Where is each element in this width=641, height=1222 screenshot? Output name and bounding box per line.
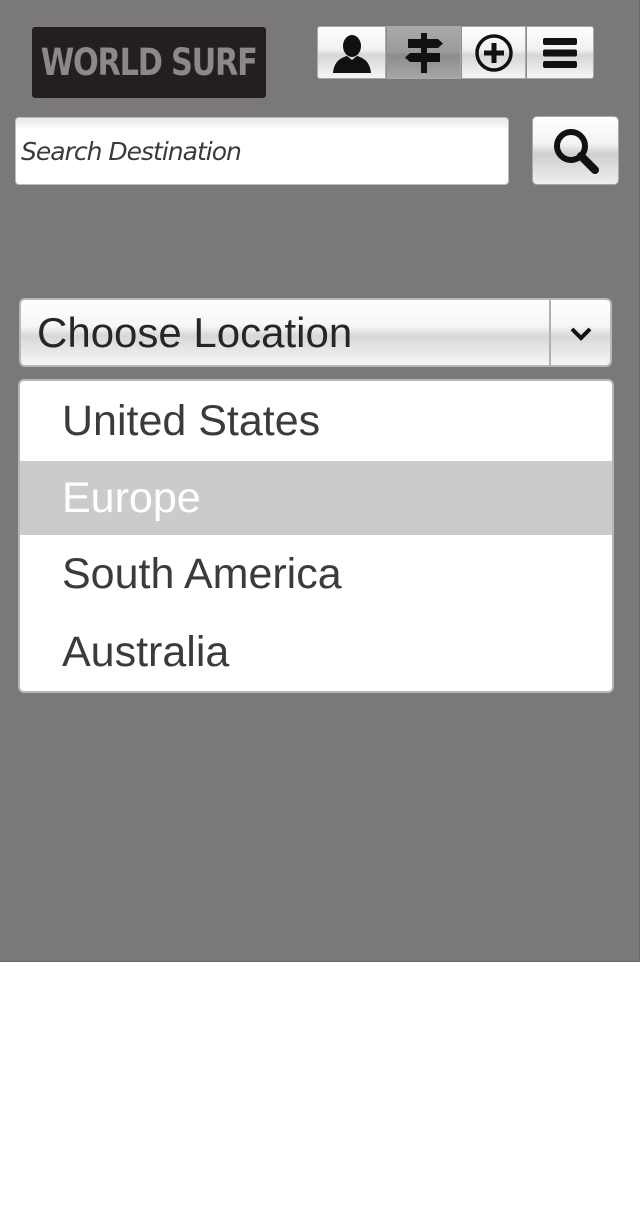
add-button[interactable] [461, 26, 526, 79]
app-screen: WORLD SURF Search Destination Choose Loc… [0, 0, 640, 962]
menu-icon [543, 37, 577, 68]
logo-text: WORLD SURF [41, 41, 258, 84]
search-button[interactable] [532, 116, 619, 185]
location-select[interactable]: Choose Location [19, 298, 612, 367]
add-circle-icon [474, 33, 513, 72]
location-option-south-america[interactable]: South America [20, 535, 612, 613]
search-input[interactable] [15, 117, 509, 185]
menu-button[interactable] [526, 26, 594, 79]
location-option-europe[interactable]: Europe [20, 461, 612, 535]
signpost-icon [404, 32, 443, 73]
logo: WORLD SURF [32, 27, 266, 98]
profile-button[interactable] [317, 26, 386, 79]
user-icon [332, 34, 371, 73]
location-select-label: Choose Location [21, 300, 551, 365]
location-option-united-states[interactable]: United States [20, 381, 612, 461]
location-option-australia[interactable]: Australia [20, 613, 612, 691]
dropdown-toggle[interactable] [551, 300, 610, 365]
destinations-button[interactable] [386, 26, 461, 79]
search-icon [553, 128, 599, 174]
location-dropdown-list: United States Europe South America Austr… [18, 379, 614, 693]
top-nav [317, 26, 594, 79]
chevron-down-icon [570, 327, 591, 341]
